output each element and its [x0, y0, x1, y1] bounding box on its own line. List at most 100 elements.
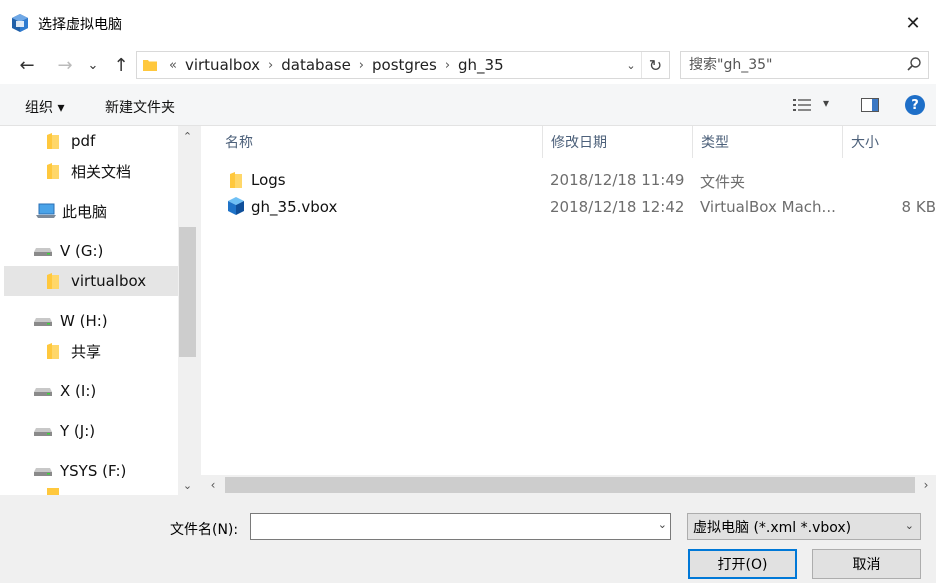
forward-arrow-icon: →: [57, 54, 73, 76]
scroll-right-button[interactable]: ›: [916, 475, 936, 495]
sidebar-item-label: W (H:): [60, 312, 108, 330]
sidebar-item-virtualbox[interactable]: virtualbox: [4, 266, 178, 296]
sidebar-item-label: virtualbox: [71, 272, 147, 290]
close-button[interactable]: ✕: [890, 0, 936, 46]
table-row[interactable]: gh_35.vbox 2018/12/18 12:42 VirtualBox M…: [217, 194, 936, 220]
folder-icon: [143, 60, 157, 71]
dialog-footer: 文件名(N): ⌄ 虚拟电脑 (*.xml *.vbox) ⌄ 打开(O) 取消: [0, 495, 936, 583]
folder-icon: [47, 133, 59, 149]
folder-icon: [230, 172, 242, 188]
file-list-hscrollbar[interactable]: ‹ ›: [201, 475, 936, 495]
back-button[interactable]: ←: [14, 52, 40, 78]
drive-icon: [34, 468, 52, 476]
file-modified: 2018/12/18 12:42: [550, 198, 685, 216]
sidebar-item-this-pc[interactable]: 此电脑: [4, 196, 178, 226]
sidebar-item-drive-h[interactable]: W (H:): [4, 306, 178, 336]
folder-icon: [47, 343, 59, 359]
sidebar-item-label: 此电脑: [62, 202, 108, 221]
sidebar-item-label: 共享: [71, 342, 102, 361]
view-options-dropdown[interactable]: ▾: [823, 96, 829, 110]
breadcrumb-separator[interactable]: ›: [359, 58, 364, 73]
close-icon: ✕: [905, 12, 921, 34]
breadcrumb-postgres[interactable]: postgres: [372, 56, 437, 74]
help-icon[interactable]: ?: [905, 95, 925, 115]
navigation-bar: ← → ⌄ ↑ « virtualbox › database › postgr…: [0, 46, 936, 84]
sidebar-item-drive-j[interactable]: Y (J:): [4, 416, 178, 446]
drive-icon: [34, 428, 52, 436]
sidebar-item-label: pdf: [71, 132, 96, 150]
preview-pane-icon[interactable]: [861, 98, 879, 112]
search-icon[interactable]: [906, 56, 922, 72]
search-input[interactable]: [681, 52, 891, 78]
virtualbox-app-icon: [12, 14, 28, 32]
folder-icon: [47, 488, 59, 495]
scroll-up-button[interactable]: ⌃: [178, 126, 197, 146]
up-button[interactable]: ↑: [108, 52, 134, 78]
sidebar-item-label: X (I:): [60, 382, 97, 400]
sidebar-item-pdf[interactable]: pdf: [4, 126, 178, 156]
sort-ascending-icon: ^: [389, 126, 398, 133]
sidebar-item-label: 相关文档: [71, 162, 132, 181]
breadcrumb-database[interactable]: database: [281, 56, 351, 74]
chevron-up-icon: ⌃: [182, 129, 193, 143]
drive-icon: [34, 248, 52, 256]
chevron-down-icon: ⌄: [182, 478, 193, 492]
breadcrumb-overflow[interactable]: «: [169, 58, 177, 73]
cancel-button[interactable]: 取消: [812, 549, 921, 579]
sidebar-item-drive-f[interactable]: YSYS (F:): [4, 456, 178, 486]
sidebar-item-shared[interactable]: 共享: [4, 336, 178, 366]
forward-button[interactable]: →: [52, 52, 78, 78]
open-button[interactable]: 打开(O): [688, 549, 797, 579]
file-list[interactable]: 名称 ^ 修改日期 类型 大小 Logs 2018/12/18 11:49 文件…: [201, 126, 936, 495]
folder-icon: [47, 163, 59, 179]
view-details-icon[interactable]: [793, 98, 811, 112]
address-bar[interactable]: « virtualbox › database › postgres › gh_…: [136, 51, 670, 79]
file-type-filter-select[interactable]: 虚拟电脑 (*.xml *.vbox) ⌄: [687, 513, 921, 540]
scrollbar-thumb[interactable]: [225, 477, 915, 493]
column-header-label: 类型: [701, 135, 729, 151]
breadcrumb-virtualbox[interactable]: virtualbox: [185, 56, 260, 74]
address-history-dropdown[interactable]: ⌄: [623, 52, 639, 78]
file-name: gh_35.vbox: [251, 198, 338, 216]
table-row[interactable]: Logs 2018/12/18 11:49 文件夹: [217, 167, 936, 193]
title-bar: 选择虚拟电脑 ✕: [0, 0, 936, 46]
sidebar-scrollbar[interactable]: ⌃ ⌄: [178, 126, 197, 495]
scroll-down-button[interactable]: ⌄: [178, 475, 197, 495]
file-type: VirtualBox Mach...: [700, 198, 836, 216]
breadcrumb-separator[interactable]: ›: [268, 58, 273, 73]
window-title: 选择虚拟电脑: [38, 17, 122, 33]
breadcrumb-gh35[interactable]: gh_35: [458, 56, 504, 74]
sidebar-item-drive-g[interactable]: V (G:): [4, 236, 178, 266]
column-header-name[interactable]: 名称 ^: [217, 126, 543, 158]
chevron-left-icon: ‹: [210, 478, 216, 492]
file-size: 8 KB: [901, 198, 936, 216]
new-folder-button[interactable]: 新建文件夹: [105, 97, 175, 117]
filename-combobox: ⌄: [250, 513, 671, 540]
column-header-size[interactable]: 大小: [843, 126, 936, 158]
sidebar-item-drive-i[interactable]: X (I:): [4, 376, 178, 406]
column-header-label: 修改日期: [551, 135, 607, 151]
column-header-type[interactable]: 类型: [693, 126, 843, 158]
chevron-right-icon: ›: [923, 478, 929, 492]
column-header-modified[interactable]: 修改日期: [543, 126, 693, 158]
scroll-left-button[interactable]: ‹: [203, 475, 223, 495]
column-header-label: 大小: [851, 135, 879, 151]
chevron-down-icon[interactable]: ⌄: [658, 518, 667, 531]
refresh-button[interactable]: ↻: [641, 52, 669, 78]
filename-label: 文件名(N):: [170, 522, 239, 538]
drive-icon: [34, 388, 52, 396]
filename-input[interactable]: [251, 514, 646, 539]
breadcrumb-separator[interactable]: ›: [445, 58, 450, 73]
sidebar-item-label: V (G:): [60, 242, 104, 260]
navigation-pane[interactable]: pdf 相关文档 此电脑 V (G:) virtualbox W (H:) 共享…: [0, 126, 197, 495]
sidebar-item-related-docs[interactable]: 相关文档: [4, 156, 178, 186]
file-name: Logs: [251, 171, 286, 189]
search-box: [680, 51, 929, 79]
scrollbar-thumb[interactable]: [179, 227, 196, 357]
organize-menu-button[interactable]: 组织 ▾: [25, 97, 64, 117]
recent-locations-button[interactable]: ⌄: [84, 52, 102, 78]
command-toolbar: 组织 ▾ 新建文件夹 ▾ ?: [0, 84, 936, 126]
chevron-down-icon: ⌄: [904, 519, 914, 532]
computer-icon: [36, 203, 56, 218]
vbox-file-icon: [228, 197, 244, 215]
